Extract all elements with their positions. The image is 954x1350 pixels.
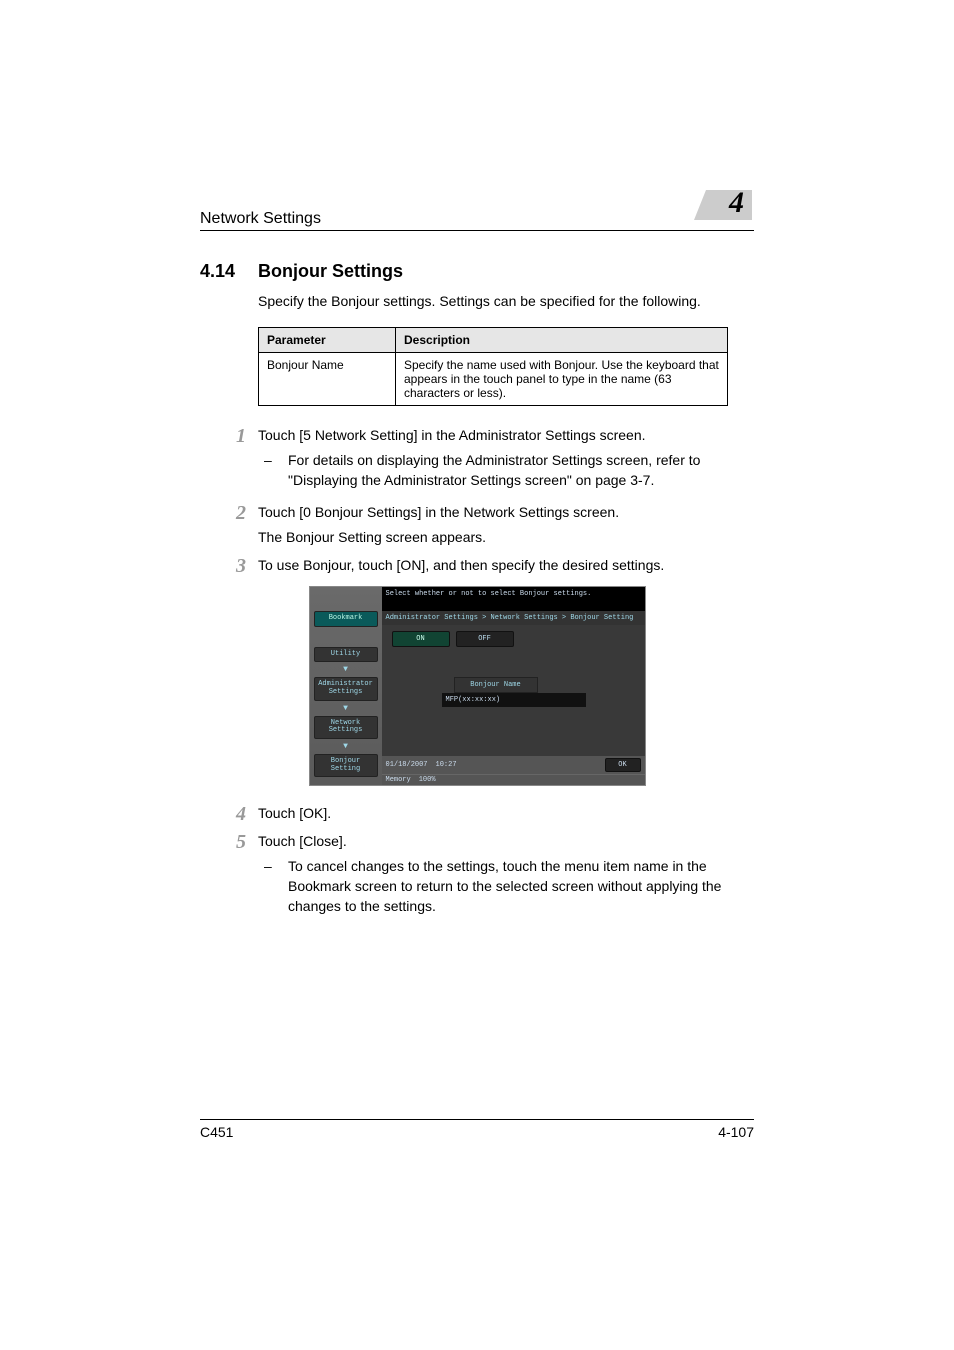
step-subtext: To cancel changes to the settings, touch…	[288, 857, 754, 916]
step-text: Touch [0 Bonjour Settings] in the Networ…	[258, 504, 619, 520]
bonjour-name-button[interactable]: Bonjour Name	[454, 677, 538, 693]
step-text: To use Bonjour, touch [ON], and then spe…	[258, 557, 664, 573]
table-header-parameter: Parameter	[259, 327, 396, 352]
status-memory-pct: 100%	[419, 776, 436, 784]
step-number: 3	[200, 556, 258, 576]
section-intro: Specify the Bonjour settings. Settings c…	[258, 292, 754, 311]
step-number: 4	[200, 804, 258, 824]
step-number: 5	[200, 832, 258, 920]
step-number: 2	[200, 503, 258, 548]
admin-settings-button[interactable]: Administrator Settings	[314, 677, 378, 700]
parameter-table: Parameter Description Bonjour Name Speci…	[258, 327, 728, 406]
off-toggle[interactable]: OFF	[456, 631, 514, 647]
table-cell-desc: Specify the name used with Bonjour. Use …	[396, 352, 728, 405]
ok-button[interactable]: OK	[605, 758, 641, 772]
step-text: Touch [OK].	[258, 805, 331, 821]
bonjour-name-value: MFP(xx:xx:xx)	[442, 693, 586, 707]
step-text: Touch [5 Network Setting] in the Adminis…	[258, 427, 646, 443]
footer-page: 4-107	[718, 1124, 754, 1140]
screen-prompt: Select whether or not to select Bonjour …	[382, 587, 645, 611]
step-subtext: For details on displaying the Administra…	[288, 451, 754, 490]
bookmark-button[interactable]: Bookmark	[314, 611, 378, 627]
device-screenshot: Bookmark Utility ▼ Administrator Setting…	[309, 586, 646, 786]
running-title: Network Settings	[200, 210, 321, 228]
status-date: 01/18/2007	[386, 761, 428, 769]
table-header-description: Description	[396, 327, 728, 352]
bonjour-setting-button[interactable]: Bonjour Setting	[314, 754, 378, 777]
footer-model: C451	[200, 1124, 233, 1140]
on-toggle[interactable]: ON	[392, 631, 450, 647]
section-title: Bonjour Settings	[258, 261, 403, 282]
step-text: Touch [Close].	[258, 833, 347, 849]
dash-bullet: –	[258, 857, 288, 916]
chapter-number: 4	[729, 186, 744, 220]
status-time: 10:27	[436, 761, 457, 769]
page-footer: C451 4-107	[200, 1119, 754, 1140]
dash-bullet: –	[258, 451, 288, 490]
step-number: 1	[200, 426, 258, 495]
table-cell-param: Bonjour Name	[259, 352, 396, 405]
breadcrumb: Administrator Settings > Network Setting…	[382, 611, 645, 625]
chevron-down-icon: ▼	[343, 665, 348, 674]
chevron-down-icon: ▼	[343, 704, 348, 713]
utility-button[interactable]: Utility	[314, 647, 378, 663]
table-row: Bonjour Name Specify the name used with …	[259, 352, 728, 405]
section-number: 4.14	[200, 261, 258, 282]
running-header: Network Settings	[200, 210, 754, 231]
chevron-down-icon: ▼	[343, 742, 348, 751]
network-settings-button[interactable]: Network Settings	[314, 716, 378, 739]
status-memory-label: Memory	[386, 776, 411, 784]
step-extra: The Bonjour Setting screen appears.	[258, 528, 754, 548]
